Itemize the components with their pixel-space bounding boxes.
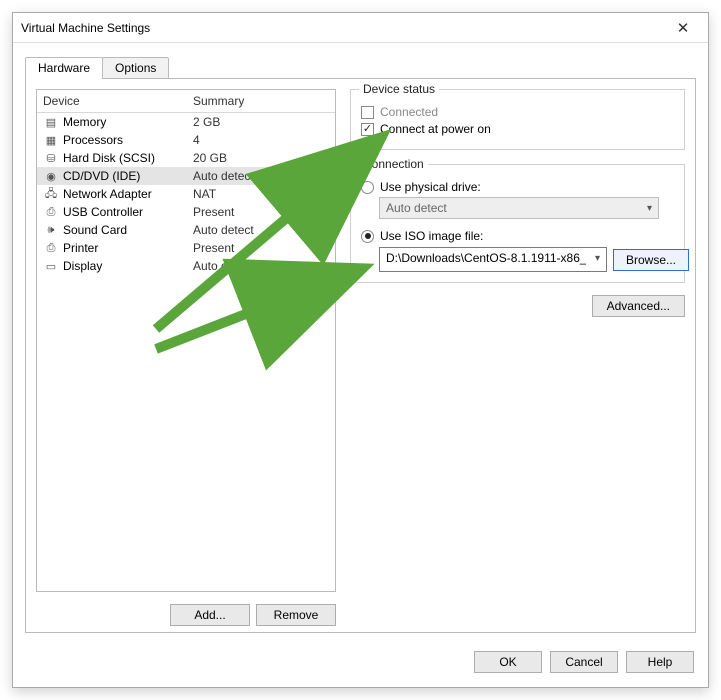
tab-content: Device Summary ▤ Memory2 GB ▦ Processors4 ⛁ H…	[25, 78, 696, 633]
device-row-processors[interactable]: ▦ Processors4	[37, 131, 335, 149]
radio-physical-row[interactable]: Use physical drive:	[361, 180, 674, 194]
iso-path-value: D:\Downloads\CentOS-8.1.1911-x86_64-d	[386, 251, 586, 265]
net-icon: 🖧	[43, 187, 59, 201]
device-name: Memory	[63, 115, 193, 129]
device-name: CD/DVD (IDE)	[63, 169, 193, 183]
checkbox-connected	[361, 106, 374, 119]
tab-hardware[interactable]: Hardware	[25, 57, 103, 79]
device-name: Sound Card	[63, 223, 193, 237]
cd-icon: ◉	[43, 169, 59, 183]
device-buttons: Add... Remove	[36, 604, 336, 626]
device-summary: Present	[193, 205, 329, 219]
browse-button[interactable]: Browse...	[613, 249, 689, 271]
window-title: Virtual Machine Settings	[21, 21, 666, 35]
radio-iso-row[interactable]: Use ISO image file:	[361, 229, 674, 243]
group-device-status-label: Device status	[359, 82, 439, 96]
radio-iso-label: Use ISO image file:	[380, 229, 483, 243]
titlebar: Virtual Machine Settings ✕	[13, 13, 708, 43]
device-summary: NAT	[193, 187, 329, 201]
device-summary: Present	[193, 241, 329, 255]
radio-physical[interactable]	[361, 181, 374, 194]
sound-icon: 🕪	[43, 223, 59, 237]
radio-physical-label: Use physical drive:	[380, 180, 481, 194]
chevron-down-icon[interactable]: ▾	[595, 253, 600, 264]
printer-icon: ⎙	[43, 241, 59, 255]
checkbox-poweron[interactable]: ✓	[361, 123, 374, 136]
device-name: Hard Disk (SCSI)	[63, 151, 193, 165]
physical-drive-combo: Auto detect ▾	[379, 197, 659, 219]
advanced-button[interactable]: Advanced...	[592, 295, 685, 317]
chevron-down-icon: ▾	[647, 203, 652, 214]
checkbox-poweron-row[interactable]: ✓ Connect at power on	[361, 122, 674, 136]
iso-path-combo[interactable]: D:\Downloads\CentOS-8.1.1911-x86_64-d ▾	[379, 247, 607, 272]
device-summary: Auto detect	[193, 259, 329, 273]
device-row-printer[interactable]: ⎙ PrinterPresent	[37, 239, 335, 257]
body: Hardware Options Device Summary ▤Memory2…	[25, 57, 696, 633]
device-name: Network Adapter	[63, 187, 193, 201]
radio-iso[interactable]	[361, 230, 374, 243]
device-summary: 20 GB	[193, 151, 329, 165]
dialog-buttons: OK Cancel Help	[474, 651, 694, 673]
physical-drive-value: Auto detect	[386, 201, 447, 215]
device-name: Processors	[63, 133, 193, 147]
group-device-status: Device status Connected ✓ Connect at pow…	[350, 89, 685, 150]
memory-icon: ▤	[43, 115, 59, 129]
settings-window: Virtual Machine Settings ✕ Hardware Opti…	[12, 12, 709, 688]
col-summary: Summary	[187, 90, 335, 112]
device-name: Display	[63, 259, 193, 273]
tabstrip: Hardware Options	[25, 57, 168, 79]
remove-button[interactable]: Remove	[256, 604, 336, 626]
device-summary: 2 GB	[193, 115, 329, 129]
cpu-icon: ▦	[43, 133, 59, 147]
checkbox-poweron-label: Connect at power on	[380, 122, 491, 136]
checkbox-connected-label: Connected	[380, 105, 438, 119]
device-summary: Auto detect	[193, 169, 329, 183]
display-icon: ▭	[43, 259, 59, 273]
device-settings: Device status Connected ✓ Connect at pow…	[350, 89, 685, 622]
device-row-network-adapter[interactable]: 🖧 Network AdapterNAT	[37, 185, 335, 203]
device-summary: 4	[193, 133, 329, 147]
usb-icon: ⎙	[43, 205, 59, 219]
device-list-header: Device Summary	[37, 90, 335, 113]
checkbox-connected-row: Connected	[361, 105, 674, 119]
device-name: Printer	[63, 241, 193, 255]
device-row-memory[interactable]: ▤ Memory2 GB	[37, 113, 335, 131]
device-row-hard-disk-scsi-[interactable]: ⛁ Hard Disk (SCSI)20 GB	[37, 149, 335, 167]
close-icon[interactable]: ✕	[666, 19, 700, 37]
device-list: Device Summary ▤ Memory2 GB ▦ Processors4 ⛁ H…	[36, 89, 336, 592]
hdd-icon: ⛁	[43, 151, 59, 165]
add-button[interactable]: Add...	[170, 604, 250, 626]
tab-options[interactable]: Options	[102, 57, 169, 79]
ok-button[interactable]: OK	[474, 651, 542, 673]
device-summary: Auto detect	[193, 223, 329, 237]
help-button[interactable]: Help	[626, 651, 694, 673]
device-row-display[interactable]: ▭ DisplayAuto detect	[37, 257, 335, 275]
device-row-cd-dvd-ide-[interactable]: ◉ CD/DVD (IDE)Auto detect	[37, 167, 335, 185]
group-connection: Connection Use physical drive: Auto dete…	[350, 164, 685, 283]
col-device: Device	[37, 90, 187, 112]
group-connection-label: Connection	[359, 157, 428, 171]
device-name: USB Controller	[63, 205, 193, 219]
device-row-sound-card[interactable]: 🕪 Sound CardAuto detect	[37, 221, 335, 239]
cancel-button[interactable]: Cancel	[550, 651, 618, 673]
device-row-usb-controller[interactable]: ⎙ USB ControllerPresent	[37, 203, 335, 221]
